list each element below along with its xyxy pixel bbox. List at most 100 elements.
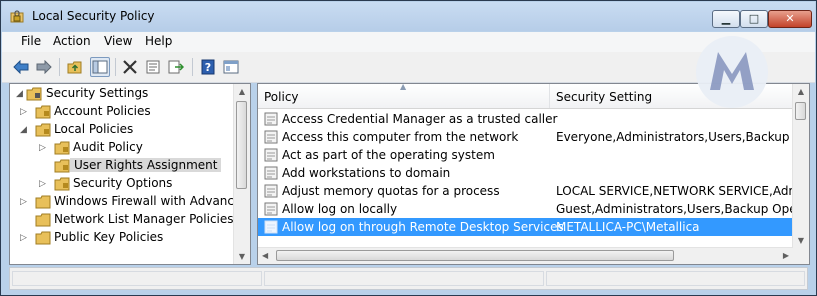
status-cell xyxy=(546,271,805,286)
scroll-down-arrow-icon[interactable]: ▼ xyxy=(793,236,809,245)
policy-name: Access this computer from the network xyxy=(282,130,519,144)
maximize-icon: □ xyxy=(748,12,760,25)
tree-item-local-policies[interactable]: ◢ Local Policies xyxy=(10,121,236,139)
security-setting-value: LOCAL SERVICE,NETWORK SERVICE,Adminis xyxy=(556,184,792,198)
status-cell xyxy=(12,271,262,286)
policy-name: Add workstations to domain xyxy=(282,166,451,180)
scroll-thumb[interactable] xyxy=(236,101,247,189)
list-row[interactable]: Access Credential Manager as a trusted c… xyxy=(258,110,792,128)
list-horizontal-scrollbar[interactable]: ◀ ▶ xyxy=(258,247,793,264)
status-bar xyxy=(9,267,808,290)
tree-label: Public Key Policies xyxy=(54,230,164,244)
expand-arrow-icon[interactable]: ▷ xyxy=(39,179,46,189)
app-window: Local Security Policy ▁ □ ✕ File Action … xyxy=(0,0,817,296)
tree-item-windows-firewall[interactable]: ▷ Windows Firewall with Advanced S xyxy=(10,193,250,211)
sort-ascending-icon: ▲ xyxy=(400,83,407,91)
title-bar[interactable]: Local Security Policy ▁ □ ✕ xyxy=(2,2,815,31)
scroll-thumb[interactable] xyxy=(276,250,674,261)
menu-view[interactable]: View xyxy=(102,34,134,48)
folder-icon xyxy=(35,195,51,209)
list-row[interactable]: Allow log on locally Guest,Administrator… xyxy=(258,200,792,218)
menu-action[interactable]: Action xyxy=(51,34,93,48)
collapse-arrow-icon[interactable]: ◢ xyxy=(20,125,27,135)
list-vertical-scrollbar[interactable]: ▲ ▼ xyxy=(792,84,809,248)
policy-icon xyxy=(264,166,278,180)
folder-icon xyxy=(35,213,51,227)
tree-item-account-policies[interactable]: ▷ Account Policies xyxy=(10,103,236,121)
delete-button[interactable] xyxy=(120,57,140,77)
export-list-button[interactable] xyxy=(166,57,186,77)
folder-icon xyxy=(35,123,51,137)
properties-icon xyxy=(146,60,160,74)
security-setting-value: Everyone,Administrators,Users,Backup Ope… xyxy=(556,130,792,144)
expand-arrow-icon[interactable]: ▷ xyxy=(20,197,27,207)
up-folder-icon xyxy=(67,61,82,74)
list-row-selected[interactable]: Allow log on through Remote Desktop Serv… xyxy=(258,218,792,236)
properties-button[interactable] xyxy=(143,57,163,77)
back-arrow-icon xyxy=(13,60,29,74)
policy-name: Allow log on through Remote Desktop Serv… xyxy=(282,220,564,234)
security-settings-icon xyxy=(26,87,42,101)
expand-arrow-icon[interactable]: ▷ xyxy=(20,233,27,243)
tree-item-network-list-manager[interactable]: Network List Manager Policies xyxy=(10,211,236,229)
toolbar-separator xyxy=(192,58,193,76)
policy-icon xyxy=(264,112,278,126)
scroll-up-arrow-icon[interactable]: ▲ xyxy=(234,87,250,96)
tree-label: Security Options xyxy=(73,176,173,190)
extended-view-button[interactable] xyxy=(221,57,241,77)
forward-arrow-icon xyxy=(36,60,52,74)
forward-button[interactable] xyxy=(34,57,54,77)
maximize-button[interactable]: □ xyxy=(740,10,768,28)
tree-item-security-settings[interactable]: ◢ Security Settings xyxy=(10,85,236,103)
window-title: Local Security Policy xyxy=(32,9,155,23)
column-header-policy[interactable]: Policy xyxy=(264,90,299,104)
tree-item-audit-policy[interactable]: ▷ Audit Policy xyxy=(10,139,236,157)
watermark-logo-icon xyxy=(696,36,768,108)
scroll-up-arrow-icon[interactable]: ▲ xyxy=(793,87,809,96)
close-button[interactable]: ✕ xyxy=(768,10,812,28)
tree-item-public-key-policies[interactable]: ▷ Public Key Policies xyxy=(10,229,236,247)
security-policy-icon xyxy=(10,10,24,23)
scroll-left-arrow-icon[interactable]: ◀ xyxy=(262,251,268,260)
up-one-level-button[interactable] xyxy=(65,57,85,77)
column-header-security-setting[interactable]: Security Setting xyxy=(556,90,652,104)
security-setting-value: Guest,Administrators,Users,Backup Operat… xyxy=(556,202,792,216)
column-divider[interactable] xyxy=(549,84,550,108)
delete-icon xyxy=(123,60,137,74)
policy-name: Access Credential Manager as a trusted c… xyxy=(282,112,558,126)
tree-label: Network List Manager Policies xyxy=(54,212,234,226)
security-setting-value: METALLICA-PC\Metallica xyxy=(556,220,700,234)
help-button[interactable]: ? xyxy=(198,57,218,77)
tree-label: Security Settings xyxy=(46,86,149,100)
tree-vertical-scrollbar[interactable]: ▲ ▼ xyxy=(233,84,250,264)
minimize-button[interactable]: ▁ xyxy=(712,10,740,28)
show-hide-tree-button[interactable] xyxy=(90,57,110,77)
toolbar-separator xyxy=(115,58,116,76)
policy-name: Adjust memory quotas for a process xyxy=(282,184,500,198)
scroll-thumb[interactable] xyxy=(795,102,806,120)
folder-icon xyxy=(54,141,70,155)
expand-arrow-icon[interactable]: ▷ xyxy=(39,143,46,153)
policy-list-pane[interactable]: ▲ Policy Security Setting Access Credent… xyxy=(257,83,810,265)
back-button[interactable] xyxy=(11,57,31,77)
svg-text:?: ? xyxy=(205,61,211,74)
expand-arrow-icon[interactable]: ▷ xyxy=(20,107,27,117)
menu-file[interactable]: File xyxy=(19,34,43,48)
tree-item-user-rights-assignment[interactable]: User Rights Assignment xyxy=(10,157,236,175)
export-list-icon xyxy=(168,60,184,74)
list-row[interactable]: Act as part of the operating system xyxy=(258,146,792,164)
scroll-down-arrow-icon[interactable]: ▼ xyxy=(234,252,250,261)
policy-icon xyxy=(264,130,278,144)
list-row[interactable]: Adjust memory quotas for a process LOCAL… xyxy=(258,182,792,200)
policy-name: Allow log on locally xyxy=(282,202,398,216)
help-icon: ? xyxy=(201,59,215,75)
menu-help[interactable]: Help xyxy=(143,34,174,48)
collapse-arrow-icon[interactable]: ◢ xyxy=(16,89,23,99)
tree-label: User Rights Assignment xyxy=(70,158,222,172)
tree-pane[interactable]: ◢ Security Settings ▷ Account Policies ◢… xyxy=(9,83,251,265)
list-row[interactable]: Access this computer from the network Ev… xyxy=(258,128,792,146)
tree-item-security-options[interactable]: ▷ Security Options xyxy=(10,175,236,193)
tree-label: Audit Policy xyxy=(73,140,143,154)
scroll-right-arrow-icon[interactable]: ▶ xyxy=(783,251,789,260)
list-row[interactable]: Add workstations to domain xyxy=(258,164,792,182)
